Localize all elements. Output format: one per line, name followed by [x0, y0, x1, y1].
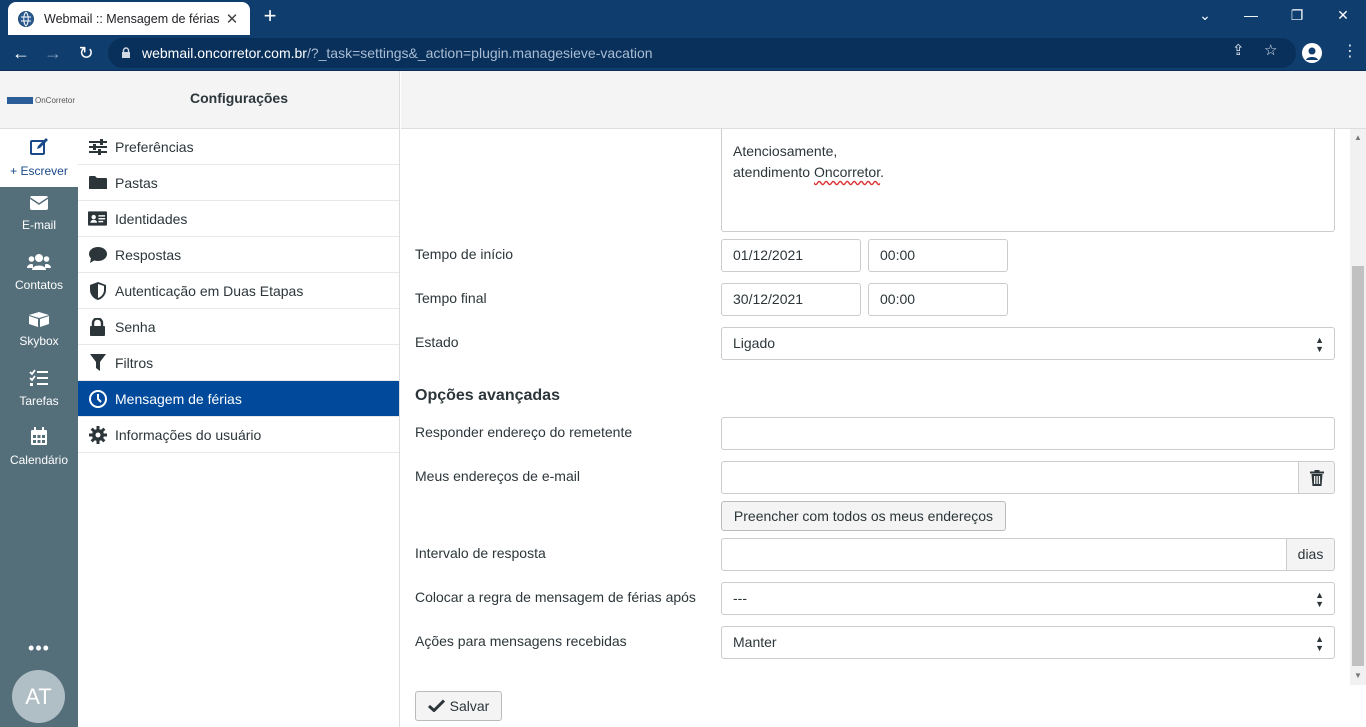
- scroll-thumb[interactable]: [1352, 266, 1364, 666]
- globe-icon: [18, 10, 34, 27]
- avatar[interactable]: AT: [12, 670, 65, 723]
- taskbar-skybox[interactable]: Skybox: [0, 303, 78, 361]
- content-header: [401, 71, 1366, 129]
- settings-item-preferences[interactable]: Preferências: [78, 129, 399, 165]
- browser-tab-bar: Webmail :: Mensagem de férias ✕ + ⌄ — ❐ …: [0, 0, 1366, 35]
- start-date-input[interactable]: 01/12/2021: [721, 239, 861, 272]
- message-body-textarea[interactable]: Atenciosamente, atendimento Oncorretor.: [721, 129, 1335, 232]
- scroll-down-icon[interactable]: ▼: [1354, 671, 1362, 680]
- gear-icon: [88, 425, 107, 444]
- calendar-icon: [31, 427, 47, 445]
- start-time-input[interactable]: 00:00: [868, 239, 1008, 272]
- end-time-input[interactable]: 00:00: [868, 283, 1008, 316]
- vacation-form: Atenciosamente, atendimento Oncorretor. …: [401, 129, 1350, 727]
- check-icon: [427, 699, 445, 713]
- settings-item-two-factor[interactable]: Autenticação em Duas Etapas: [78, 273, 399, 309]
- interval-unit: dias: [1286, 538, 1335, 571]
- shield-icon: [88, 281, 107, 300]
- my-addresses-label: Meus endereços de e-mail: [415, 468, 580, 484]
- place-after-label: Colocar a regra de mensagem de férias ap…: [415, 589, 696, 605]
- star-icon[interactable]: ☆: [1264, 41, 1277, 59]
- settings-item-user-info[interactable]: Informações do usuário: [78, 417, 399, 453]
- tasks-icon: [29, 369, 48, 386]
- settings-list: Preferências Pastas Identidades Resposta…: [78, 129, 400, 727]
- interval-label: Intervalo de resposta: [415, 545, 546, 561]
- settings-item-filters[interactable]: Filtros: [78, 345, 399, 381]
- address-bar: ← → ↻ webmail.oncorretor.com.br/?_task=s…: [0, 35, 1366, 71]
- edit-icon: [30, 138, 48, 155]
- box-icon: [29, 312, 49, 327]
- url-field[interactable]: webmail.oncorretor.com.br/?_task=setting…: [108, 38, 1296, 68]
- fill-all-addresses-button[interactable]: Preencher com todos os meus endereços: [721, 501, 1006, 531]
- page-title: Configurações: [189, 90, 288, 106]
- settings-item-folders[interactable]: Pastas: [78, 165, 399, 201]
- back-icon[interactable]: ←: [8, 41, 34, 65]
- comment-icon: [88, 245, 107, 264]
- scroll-up-icon[interactable]: ▲: [1354, 133, 1362, 142]
- taskbar-contacts[interactable]: Contatos: [0, 245, 78, 303]
- new-tab-icon[interactable]: +: [258, 5, 282, 29]
- trash-icon[interactable]: [1298, 461, 1335, 494]
- reply-sender-input[interactable]: [721, 417, 1335, 450]
- select-arrows-icon: ▲ ▼: [1315, 634, 1324, 653]
- settings-item-identities[interactable]: Identidades: [78, 201, 399, 237]
- settings-header: OnCorretor Configurações: [0, 71, 400, 129]
- incoming-action-label: Ações para mensagens recebidas: [415, 633, 627, 649]
- minimize-icon[interactable]: —: [1228, 0, 1274, 30]
- envelope-icon: [29, 196, 49, 210]
- browser-menu-icon[interactable]: ⋮: [1342, 41, 1358, 61]
- tab-title: Webmail :: Mensagem de férias: [44, 11, 220, 26]
- start-time-label: Tempo de início: [415, 246, 514, 262]
- taskbar-mail[interactable]: E-mail: [0, 187, 78, 245]
- filter-icon: [88, 353, 107, 372]
- url-path: /?_task=settings&_action=plugin.managesi…: [306, 45, 653, 61]
- place-after-select[interactable]: --- ▲ ▼: [721, 582, 1335, 615]
- oncorretor-logo: OnCorretor: [7, 96, 75, 105]
- settings-item-password[interactable]: Senha: [78, 309, 399, 345]
- folder-icon: [88, 173, 107, 192]
- end-date-input[interactable]: 30/12/2021: [721, 283, 861, 316]
- reload-icon[interactable]: ↻: [73, 41, 99, 65]
- settings-item-vacation[interactable]: Mensagem de férias: [78, 381, 399, 417]
- close-tab-icon[interactable]: ✕: [224, 10, 240, 28]
- window-close-icon[interactable]: ✕: [1320, 0, 1366, 30]
- id-card-icon: [88, 209, 107, 228]
- restore-icon[interactable]: ❐: [1274, 0, 1320, 30]
- select-arrows-icon: ▲ ▼: [1315, 590, 1324, 609]
- save-button[interactable]: Salvar: [415, 691, 502, 721]
- share-icon[interactable]: ⇪: [1232, 41, 1245, 59]
- users-icon: [27, 254, 51, 270]
- taskbar-tasks[interactable]: Tarefas: [0, 361, 78, 419]
- sliders-icon: [88, 137, 107, 156]
- compose-button[interactable]: + Escrever: [0, 129, 78, 187]
- incoming-action-select[interactable]: Manter ▲ ▼: [721, 626, 1335, 659]
- status-label: Estado: [415, 334, 459, 350]
- advanced-options-title: Opções avançadas: [415, 387, 560, 404]
- lock-icon: [88, 317, 107, 336]
- taskbar-bottom: ••• AT: [0, 638, 78, 727]
- browser-tab[interactable]: Webmail :: Mensagem de férias ✕: [8, 2, 250, 35]
- reply-sender-label: Responder endereço do remetente: [415, 424, 633, 440]
- profile-icon[interactable]: [1302, 43, 1322, 63]
- forward-icon[interactable]: →: [40, 41, 66, 65]
- taskbar-calendar[interactable]: Calendário: [0, 419, 78, 477]
- clock-icon: [88, 389, 107, 408]
- my-addresses-input[interactable]: [721, 461, 1299, 494]
- chevron-down-icon[interactable]: ⌄: [1182, 0, 1228, 30]
- taskbar: + Escrever E-mail Contatos Skybox Tarefa…: [0, 129, 78, 727]
- content-scrollbar[interactable]: ▲ ▼: [1350, 129, 1366, 685]
- more-icon[interactable]: •••: [0, 638, 78, 657]
- lock-icon: [122, 47, 130, 58]
- settings-item-responses[interactable]: Respostas: [78, 237, 399, 273]
- interval-input[interactable]: [721, 538, 1287, 571]
- url-host: webmail.oncorretor.com.br: [142, 45, 307, 61]
- status-select[interactable]: Ligado ▲ ▼: [721, 327, 1335, 360]
- end-time-label: Tempo final: [415, 290, 487, 306]
- select-arrows-icon: ▲ ▼: [1315, 335, 1324, 354]
